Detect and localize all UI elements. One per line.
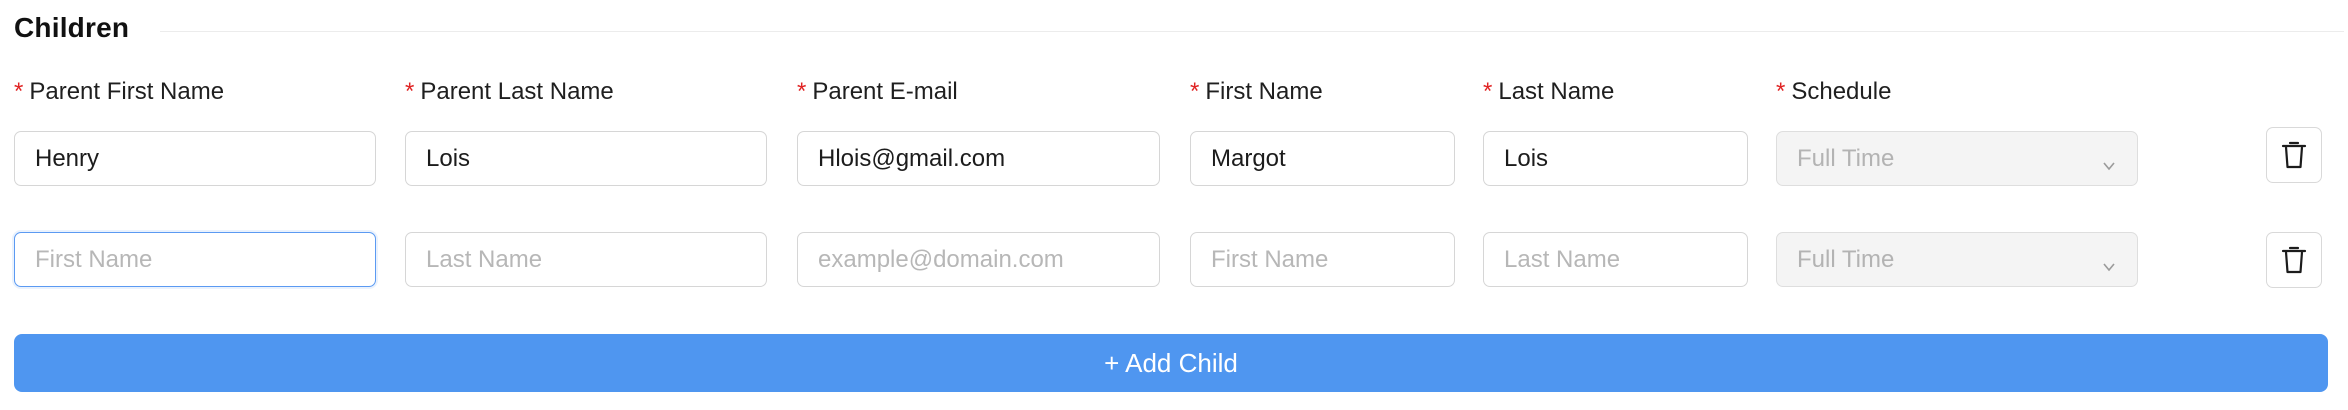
delete-row-button[interactable] [2266,127,2322,183]
delete-row-button[interactable] [2266,232,2322,288]
parent-first-name-input[interactable] [14,131,376,186]
parent-last-name-input[interactable] [405,131,767,186]
required-marker: * [1776,78,1786,105]
schedule-select[interactable]: Full Time [1776,131,2138,186]
first-name-input[interactable] [1190,232,1455,287]
parent-email-input[interactable] [797,232,1160,287]
label-parent-email: * Parent E-mail [797,78,958,106]
schedule-select[interactable]: Full Time [1776,232,2138,287]
schedule-value: Full Time [1797,245,1895,273]
required-marker: * [1190,78,1200,105]
schedule-value: Full Time [1797,144,1895,172]
label-last-name: * Last Name [1483,78,1614,106]
section-divider [160,31,2344,32]
label-text: Parent First Name [29,78,225,105]
last-name-input[interactable] [1483,232,1748,287]
parent-last-name-input[interactable] [405,232,767,287]
trash-icon [2281,141,2307,169]
label-text: Schedule [1791,78,1892,105]
label-text: First Name [1205,78,1323,105]
required-marker: * [14,78,24,105]
parent-first-name-input[interactable] [14,232,376,287]
label-first-name: * First Name [1190,78,1323,106]
section-title: Children [14,12,130,43]
label-text: Parent E-mail [812,78,958,105]
label-schedule: * Schedule [1776,78,1891,106]
label-parent-last-name: * Parent Last Name [405,78,614,106]
first-name-input[interactable] [1190,131,1455,186]
chevron-down-icon [2103,162,2115,171]
last-name-input[interactable] [1483,131,1748,186]
parent-email-input[interactable] [797,131,1160,186]
label-text: Last Name [1498,78,1615,105]
required-marker: * [405,78,415,105]
label-text: Parent Last Name [420,78,614,105]
trash-icon [2281,246,2307,274]
chevron-down-icon [2103,263,2115,272]
label-parent-first-name: * Parent First Name [14,78,224,106]
required-marker: * [1483,78,1493,105]
required-marker: * [797,78,807,105]
add-child-button[interactable]: + Add Child [14,334,2328,392]
